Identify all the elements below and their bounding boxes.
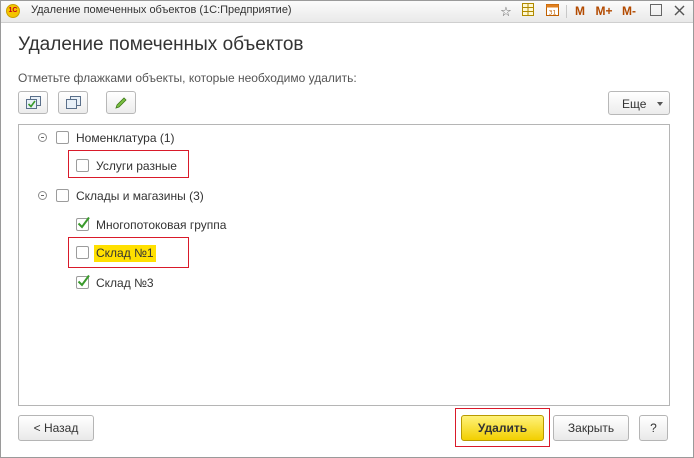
tree-row-warehouse-3[interactable]: Склад №3 [76, 274, 186, 293]
instruction-text: Отметьте флажками объекты, которые необх… [18, 71, 357, 85]
tree-row-label: Склад №1 [94, 245, 156, 262]
checkbox-multistream-group[interactable] [76, 216, 90, 231]
title-bar: 1С Удаление помеченных объектов (1С:Пред… [1, 1, 693, 23]
check-all-icon [26, 96, 41, 109]
tree-row-multistream-group[interactable]: Многопотоковая группа [76, 216, 276, 235]
collapse-icon[interactable] [38, 133, 47, 142]
tree-row-services[interactable]: Услуги разные [76, 158, 186, 176]
tree-row-label: Многопотоковая группа [96, 218, 227, 232]
more-button-label: Еще [622, 97, 647, 111]
checkmark-icon [77, 274, 90, 287]
memory-button-m-minus[interactable]: M- [618, 3, 640, 20]
checkbox-warehouse-1[interactable] [76, 246, 89, 259]
tree-row-group-nomenclature[interactable]: Номенклатура (1) [38, 130, 338, 148]
more-button[interactable]: Еще [608, 91, 670, 115]
delete-button[interactable]: Удалить [461, 415, 544, 441]
titlebar-separator [566, 5, 567, 18]
objects-tree: Номенклатура (1) Услуги разные Склады и … [18, 124, 670, 406]
uncheck-all-button[interactable] [58, 91, 88, 114]
calendar-icon[interactable]: 31 [544, 3, 560, 20]
edit-button[interactable] [106, 91, 136, 114]
close-icon[interactable] [672, 3, 686, 20]
tree-row-label: Склад №3 [96, 276, 154, 290]
checkbox-services[interactable] [76, 159, 89, 172]
uncheck-all-icon [66, 96, 81, 109]
page-title: Удаление помеченных объектов [18, 34, 304, 55]
checkbox-nomenclature[interactable] [56, 131, 69, 144]
minimize-icon[interactable] [649, 3, 663, 20]
memory-button-m-plus[interactable]: M+ [593, 3, 615, 20]
spreadsheet-icon[interactable] [520, 3, 536, 20]
chevron-down-icon [657, 102, 663, 106]
memory-button-m[interactable]: M [573, 3, 587, 20]
close-button[interactable]: Закрыть [553, 415, 629, 441]
tree-row-label: Услуги разные [96, 159, 177, 173]
checkbox-warehouses[interactable] [56, 189, 69, 202]
tree-row-group-warehouses[interactable]: Склады и магазины (3) [38, 188, 338, 206]
checkmark-icon [77, 216, 90, 229]
check-all-button[interactable] [18, 91, 48, 114]
help-button[interactable]: ? [639, 415, 668, 441]
star-icon[interactable]: ☆ [498, 3, 514, 20]
collapse-icon[interactable] [38, 191, 47, 200]
app-logo-icon: 1С [6, 4, 20, 18]
tree-row-label: Номенклатура (1) [76, 131, 175, 145]
app-window: 1С Удаление помеченных объектов (1С:Пред… [0, 0, 694, 458]
window-title: Удаление помеченных объектов (1С:Предпри… [31, 4, 292, 16]
back-button[interactable]: < Назад [18, 415, 94, 441]
tree-row-warehouse-1[interactable]: Склад №1 [76, 245, 186, 263]
svg-text:31: 31 [548, 10, 556, 17]
tree-row-label: Склады и магазины (3) [76, 189, 204, 203]
checkbox-warehouse-3[interactable] [76, 274, 90, 289]
edit-icon [115, 97, 127, 109]
